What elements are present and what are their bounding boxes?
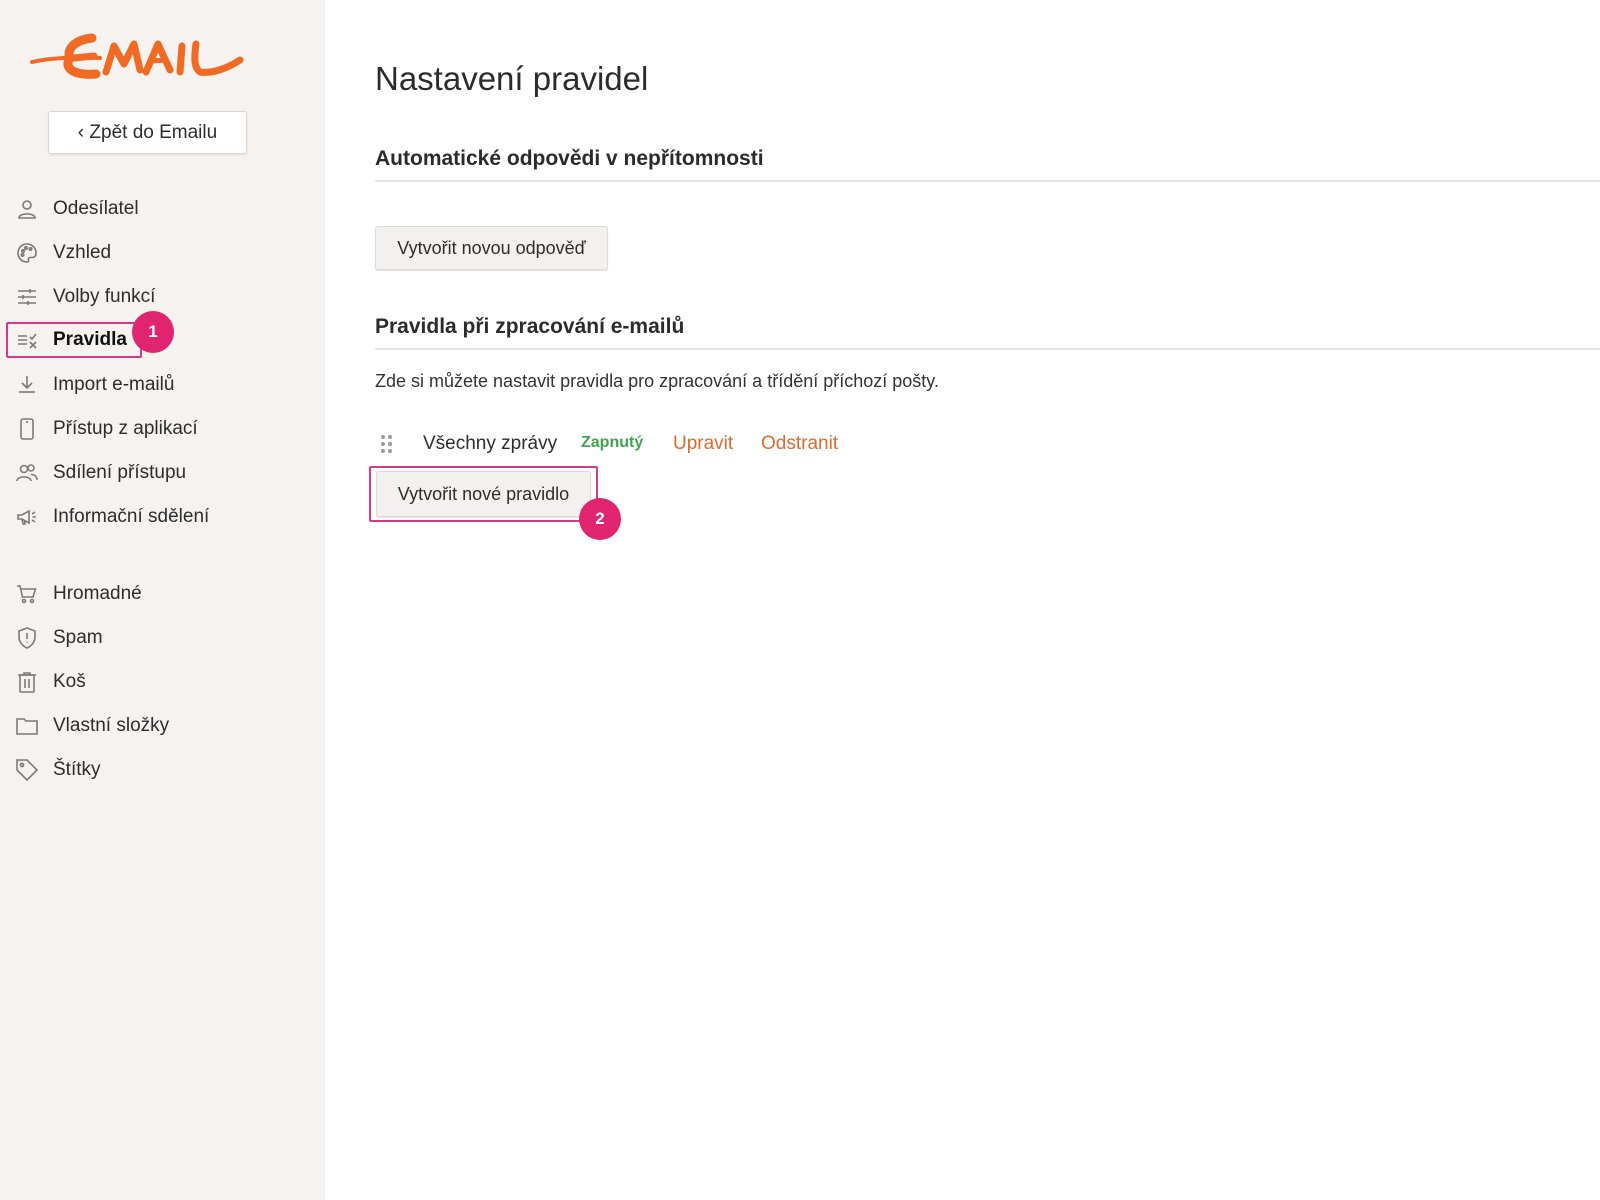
sidebar-item-label: Import e-mailů	[53, 374, 175, 395]
sidebar-item-label: Štítky	[53, 759, 101, 780]
email-logo[interactable]	[30, 28, 246, 88]
sidebar-item-label: Informační sdělení	[53, 506, 210, 527]
sidebar-item-label: Volby funkcí	[53, 286, 156, 307]
sidebar-item-label: Vlastní složky	[53, 715, 170, 736]
rule-edit-link[interactable]: Upravit	[673, 433, 733, 455]
rule-name: Všechny zprávy	[423, 433, 558, 454]
sidebar-item-sender[interactable]: Odesílatel	[14, 191, 139, 227]
download-icon	[14, 372, 40, 398]
email-logo-icon	[30, 33, 244, 79]
rules-icon	[14, 327, 40, 353]
sidebar-item-custom-folders[interactable]: Vlastní složky	[14, 708, 169, 744]
sidebar-item-spam[interactable]: Spam	[14, 620, 103, 656]
sidebar-item-labels[interactable]: Štítky	[14, 752, 101, 788]
sidebar-item-notices[interactable]: Informační sdělení	[14, 499, 209, 535]
sidebar-item-import[interactable]: Import e-mailů	[14, 367, 174, 403]
create-autoreply-button[interactable]: Vytvořit novou odpověď	[375, 226, 608, 270]
sidebar-item-label: Pravidla	[53, 329, 127, 350]
folder-icon	[14, 713, 40, 739]
user-icon	[14, 196, 40, 222]
phone-icon	[14, 416, 40, 442]
rule-delete-link[interactable]: Odstranit	[761, 433, 838, 455]
shield-icon	[14, 625, 40, 651]
section-divider	[375, 180, 1600, 182]
sidebar-item-label: Spam	[53, 627, 103, 648]
rule-status-badge[interactable]: Zapnutý	[581, 434, 643, 452]
sidebar-item-feature-options[interactable]: Volby funkcí	[14, 279, 155, 315]
sidebar-item-sharing[interactable]: Sdílení přístupu	[14, 455, 186, 491]
main-content: Nastavení pravidel Automatické odpovědi …	[375, 0, 1600, 1200]
rules-description: Zde si můžete nastavit pravidla pro zpra…	[375, 371, 939, 391]
back-to-email-button[interactable]: ‹ Zpět do Emailu	[48, 111, 247, 154]
section-divider	[375, 348, 1600, 350]
sidebar-item-label: Sdílení přístupu	[53, 462, 187, 483]
page-title: Nastavení pravidel	[375, 60, 649, 97]
sidebar-item-label: Přístup z aplikací	[53, 418, 198, 439]
step-badge-2: 2	[579, 498, 621, 540]
megaphone-icon	[14, 504, 40, 530]
sidebar-item-trash[interactable]: Koš	[14, 664, 86, 700]
sidebar-item-appearance[interactable]: Vzhled	[14, 235, 111, 271]
sidebar-item-label: Koš	[53, 671, 86, 692]
cart-icon	[14, 581, 40, 607]
sidebar-item-label: Odesílatel	[53, 198, 139, 219]
palette-icon	[14, 240, 40, 266]
sidebar-item-rules[interactable]: Pravidla	[14, 322, 127, 358]
sliders-icon	[14, 284, 40, 310]
sidebar-item-app-access[interactable]: Přístup z aplikací	[14, 411, 198, 447]
tag-icon	[14, 757, 40, 783]
create-rule-button[interactable]: Vytvořit nové pravidlo	[376, 471, 591, 517]
rules-section-heading: Pravidla při zpracování e-mailů	[375, 315, 685, 338]
sidebar: ‹ Zpět do Emailu Odesílatel Vzhled Volby…	[0, 0, 325, 1200]
trash-icon	[14, 669, 40, 695]
step-badge-1: 1	[132, 311, 174, 353]
users-icon	[14, 460, 40, 486]
sidebar-item-label: Vzhled	[53, 242, 112, 263]
autoreply-section-heading: Automatické odpovědi v nepřítomnosti	[375, 147, 764, 170]
rule-row: Všechny zprávy Zapnutý Upravit Odstranit	[375, 426, 1075, 462]
drag-handle-icon[interactable]	[379, 433, 395, 455]
sidebar-item-bulk[interactable]: Hromadné	[14, 576, 142, 612]
sidebar-item-label: Hromadné	[53, 583, 142, 604]
